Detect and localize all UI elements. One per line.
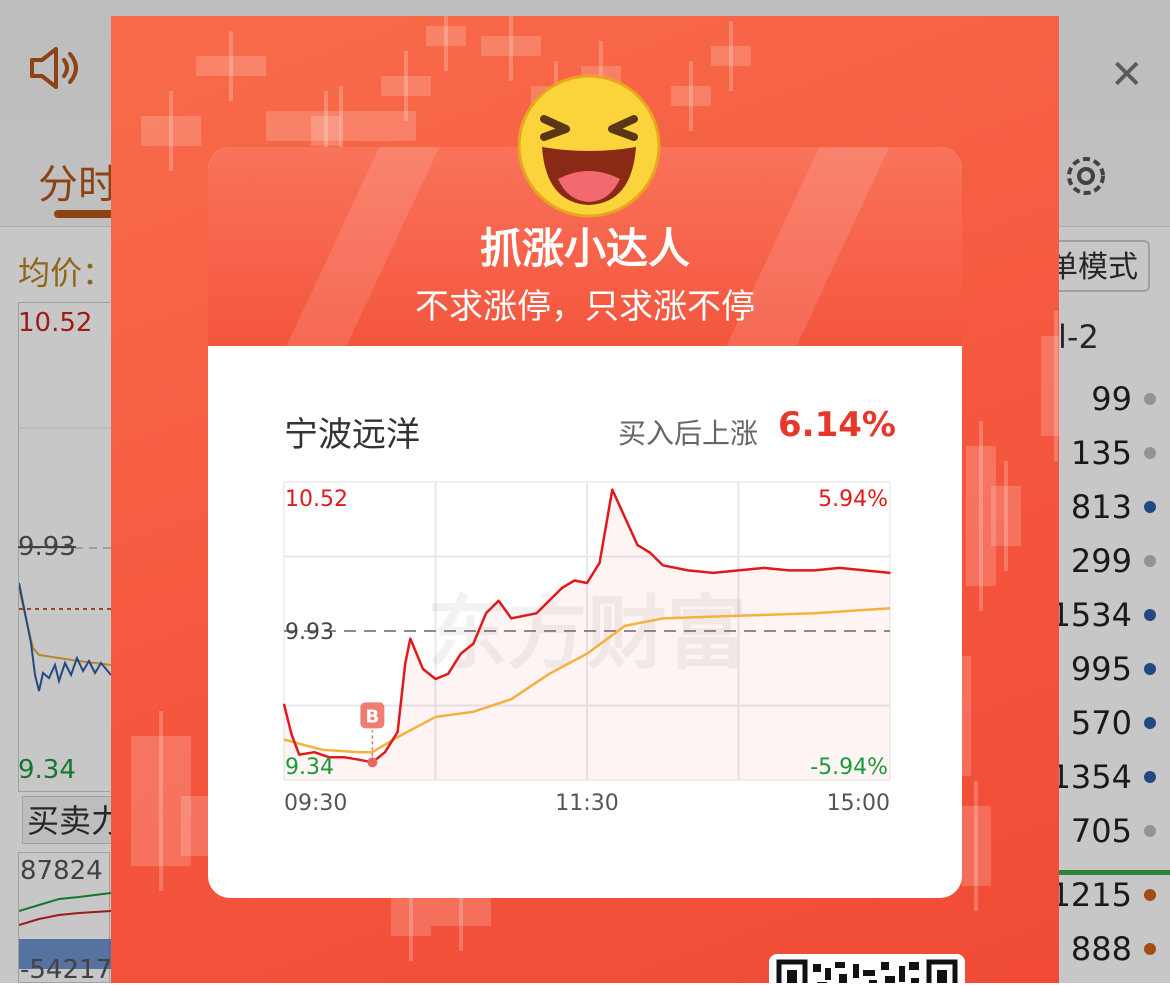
decor-candle-body (481, 36, 541, 56)
price-point (548, 599, 550, 602)
price-point (497, 599, 500, 602)
price-point (560, 587, 563, 589)
decor-candle-body (671, 86, 711, 106)
promo-popup: 抓涨小达人 不求涨停，只求涨不停 宁波远洋 买入后上涨 6.14% 东方财富B1… (111, 16, 1059, 983)
price-point (788, 569, 790, 572)
price-point (409, 637, 412, 640)
decor-candle-body (196, 56, 266, 76)
price-point (358, 758, 361, 761)
price-point (813, 569, 816, 572)
price-point (863, 569, 866, 572)
x-tick-label: 15:00 (827, 791, 890, 816)
decor-candle-body (311, 116, 341, 146)
laughing-emoji-icon (517, 74, 661, 218)
decor-candle-body (431, 896, 491, 926)
price-point (636, 544, 639, 546)
price-point (573, 579, 576, 582)
decor-candle-body (1041, 336, 1059, 436)
price-point (523, 615, 525, 617)
price-point (290, 733, 293, 736)
price-point (611, 488, 614, 491)
buy-marker-label: B (366, 706, 380, 727)
price-point (472, 642, 475, 645)
decor-candle-body (966, 446, 996, 586)
price-point (762, 567, 765, 569)
price-point (384, 751, 386, 754)
price-point (485, 612, 487, 615)
buy-point (367, 757, 378, 768)
decor-candle-body (381, 76, 431, 96)
price-point (283, 703, 285, 706)
price-point (434, 678, 437, 680)
price-point (313, 751, 316, 754)
y-tick-pct-high: 5.94% (818, 487, 888, 512)
y-tick-pct-low: -5.94% (810, 755, 888, 780)
price-point (687, 569, 689, 572)
price-point (404, 663, 406, 665)
price-point (712, 572, 715, 574)
x-tick-label: 11:30 (555, 791, 618, 816)
price-point (343, 756, 346, 759)
x-tick-label: 09:30 (284, 791, 347, 816)
price-point (586, 582, 588, 584)
mini-price-chart: 东方财富B10.529.939.345.94%-5.94%09:3011:301… (282, 481, 891, 816)
price-point (598, 562, 601, 564)
decor-candle-body (961, 806, 991, 886)
price-point (510, 617, 513, 620)
price-point (624, 516, 626, 519)
y-tick-low: 9.34 (285, 755, 334, 780)
price-point (396, 731, 399, 733)
price-point (535, 612, 538, 615)
decor-candle-body (141, 116, 201, 146)
price-point (737, 569, 740, 572)
qr-code (769, 954, 965, 983)
price-point (422, 668, 424, 670)
y-tick-prev-close: 9.93 (285, 620, 334, 645)
price-point (838, 567, 841, 569)
decor-candle-body (711, 46, 751, 66)
y-tick-high: 10.52 (285, 487, 348, 512)
price-point (661, 564, 664, 567)
price-point (459, 652, 462, 655)
decor-candle-body (426, 26, 466, 46)
price-point (447, 673, 449, 675)
result-card: 抓涨小达人 不求涨停，只求涨不停 宁波远洋 买入后上涨 6.14% 东方财富B1… (208, 147, 962, 898)
price-point (649, 551, 651, 554)
price-point (889, 572, 891, 574)
